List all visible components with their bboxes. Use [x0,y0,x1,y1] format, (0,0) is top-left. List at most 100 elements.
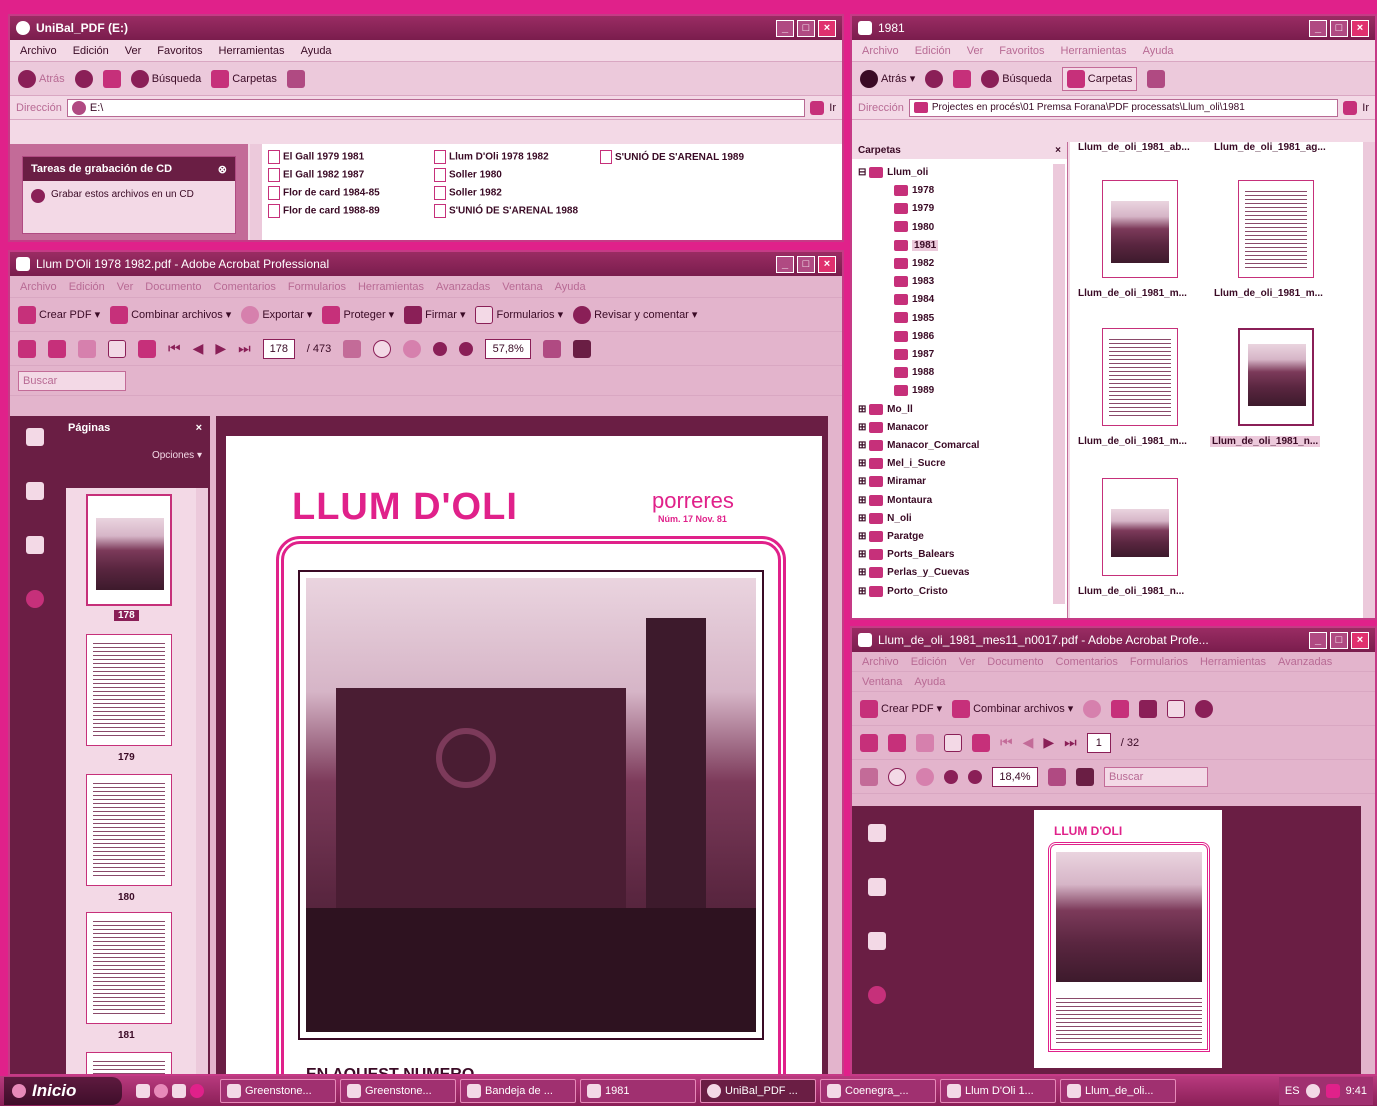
views-icon[interactable] [1147,69,1166,88]
menu-herramientas[interactable]: Herramientas [1061,45,1127,57]
title-bar[interactable]: 1981 _ □ × [852,16,1375,40]
tray-icon[interactable] [1305,1084,1320,1098]
tree-item-year[interactable]: 1988 [894,364,979,382]
combine-files-button[interactable]: Combinar archivos ▾ [952,699,1073,718]
file-item[interactable]: Soller 1980 [434,168,578,182]
menu-ver[interactable]: Ver [967,45,984,57]
tray-icon[interactable] [1325,1084,1340,1098]
create-pdf-button[interactable]: Crear PDF ▾ [18,305,100,324]
close-button[interactable]: × [1351,631,1369,649]
bookmarks-icon[interactable] [868,878,886,896]
zoom-out-icon[interactable] [433,341,448,356]
tree-item[interactable]: ⊞ Paratge [858,528,979,546]
go-arrow-icon[interactable] [1343,100,1358,115]
minimize-button[interactable]: _ [776,255,794,273]
email-icon[interactable] [944,733,962,752]
file-thumbnail[interactable] [1102,180,1178,278]
search-input[interactable]: Buscar [1104,766,1208,787]
review-button[interactable]: Revisar y comentar ▾ [573,305,697,324]
fit-width-icon[interactable] [1076,767,1094,786]
page-thumbnail[interactable] [86,634,172,746]
combine-files-button[interactable]: Combinar archivos ▾ [110,305,231,324]
taskbar-item[interactable]: 1981 [580,1079,696,1103]
previous-page-icon[interactable]: ◀ [193,340,204,357]
menu-ver[interactable]: Ver [959,656,976,668]
file-item[interactable]: Flor de card 1984-85 [268,186,380,200]
close-button[interactable]: × [1351,19,1369,37]
file-item[interactable]: El Gall 1979 1981 [268,150,380,164]
folders-button[interactable]: Carpetas [1061,66,1138,91]
forward-button[interactable] [925,69,944,88]
open-folder-icon[interactable] [18,339,36,358]
create-pdf-button[interactable]: Crear PDF ▾ [860,699,942,718]
menu-formularios[interactable]: Formularios [1130,656,1188,668]
page-thumbnail[interactable] [86,912,172,1024]
form-icon[interactable] [1167,699,1186,718]
search-input[interactable]: Buscar [18,370,126,391]
taskbar-item[interactable]: Bandeja de ... [460,1079,576,1103]
address-input[interactable]: E:\ [66,98,806,117]
file-name-selected[interactable]: Llum_de_oli_1981_n... [1210,436,1321,447]
menu-archivo[interactable]: Archivo [20,45,57,57]
quicklaunch-desktop-icon[interactable] [136,1084,150,1098]
protect-button[interactable]: Proteger ▾ [322,305,394,324]
zoom-in-icon[interactable] [459,341,474,356]
menu-ventana[interactable]: Ventana [862,676,902,688]
menu-ayuda[interactable]: Ayuda [1143,45,1174,57]
select-tool-icon[interactable] [343,339,362,358]
up-folder-icon[interactable] [102,69,121,88]
file-item[interactable]: Soller 1982 [434,186,578,200]
folders-button[interactable]: Carpetas [211,69,277,88]
search-button[interactable]: Búsqueda [981,69,1052,88]
tree-item-llum-oli[interactable]: ⊟ Llum_oli [858,164,979,182]
taskbar-item[interactable]: Coenegra_... [820,1079,936,1103]
file-name[interactable]: Llum_de_oli_1981_ab... [1078,142,1190,153]
search-button[interactable]: Búsqueda [130,69,201,88]
menu-avanzadas[interactable]: Avanzadas [1278,656,1332,668]
explorer-window-1981[interactable]: 1981 _ □ × Archivo Edición Ver Favoritos… [850,14,1377,620]
lock-icon[interactable] [1111,699,1130,718]
save-icon[interactable] [78,339,96,358]
start-button[interactable]: Inicio [4,1077,122,1105]
menu-herramientas[interactable]: Herramientas [219,45,285,57]
menu-formularios[interactable]: Formularios [288,281,346,293]
email-icon[interactable] [108,339,126,358]
select-tool-icon[interactable] [860,767,878,786]
menu-ver[interactable]: Ver [125,45,142,57]
menu-favoritos[interactable]: Favoritos [157,45,202,57]
export-icon[interactable] [1083,699,1102,718]
scrollbar[interactable] [250,144,262,240]
bookmarks-icon[interactable] [26,482,44,500]
menu-ayuda[interactable]: Ayuda [301,45,332,57]
maximize-button[interactable]: □ [1330,19,1348,37]
maximize-button[interactable]: □ [797,19,815,37]
menu-archivo[interactable]: Archivo [862,45,899,57]
tree-item[interactable]: ⊞ N_oli [858,510,979,528]
file-item[interactable]: S'UNIÓ DE S'ARENAL 1989 [600,150,744,164]
pages-icon[interactable] [26,428,44,446]
scrollbar[interactable] [1053,164,1065,604]
minimize-button[interactable]: _ [1309,19,1327,37]
file-name[interactable]: Llum_de_oli_1981_m... [1078,436,1187,447]
file-item[interactable]: S'UNIÓ DE S'ARENAL 1988 [434,204,578,218]
title-bar[interactable]: Llum_de_oli_1981_mes11_n0017.pdf - Adobe… [852,628,1375,652]
zoom-input[interactable]: 18,4% [992,766,1038,787]
tree-item-year[interactable]: 1985 [894,310,979,328]
menu-ayuda[interactable]: Ayuda [555,281,586,293]
file-name[interactable]: Llum_de_oli_1981_m... [1214,288,1323,299]
menu-archivo[interactable]: Archivo [20,281,57,293]
menu-edicion[interactable]: Edición [911,656,947,668]
menu-ventana[interactable]: Ventana [502,281,542,293]
minimize-button[interactable]: _ [776,19,794,37]
quicklaunch-media-icon[interactable] [190,1084,204,1098]
hand-tool-icon[interactable] [888,767,906,786]
close-pane-icon[interactable]: × [1055,145,1061,156]
back-button[interactable]: Atrás ▾ [860,69,915,88]
menu-edicion[interactable]: Edición [915,45,951,57]
up-folder-icon[interactable] [953,69,972,88]
first-page-icon[interactable]: ⏮ [1000,734,1013,751]
forward-button[interactable] [74,69,93,88]
print-icon[interactable] [888,733,906,752]
previous-page-icon[interactable]: ◀ [1023,734,1034,751]
pen-icon[interactable] [1139,699,1158,718]
